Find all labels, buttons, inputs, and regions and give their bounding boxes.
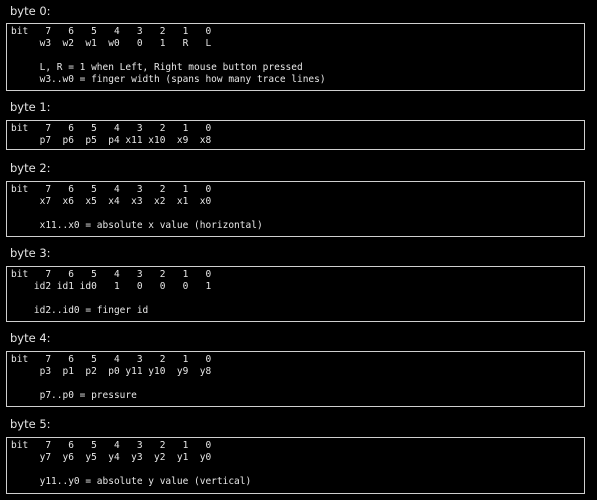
note-line: p7..p0 = pressure — [11, 390, 137, 401]
byte-1-heading: byte 1: — [10, 100, 51, 114]
byte-2-heading: byte 2: — [10, 161, 51, 175]
note-line: id2..id0 = finger id — [11, 305, 149, 316]
bit-numbers-row: bit 7 6 5 4 3 2 1 0 — [11, 184, 212, 195]
byte-3-table: bit 7 6 5 4 3 2 1 0 id2 id1 id0 1 0 0 0 … — [6, 266, 585, 322]
byte-3-content: bit 7 6 5 4 3 2 1 0 id2 id1 id0 1 0 0 0 … — [11, 269, 211, 317]
bit-names-row: p3 p1 p2 p0 y11 y10 y9 y8 — [11, 366, 212, 377]
byte-1-content: bit 7 6 5 4 3 2 1 0 p7 p6 p5 p4 x11 x10 … — [11, 123, 211, 147]
note-line: w3..w0 = finger width (spans how many tr… — [11, 74, 326, 85]
byte-3-heading: byte 3: — [10, 246, 51, 260]
byte-4-table: bit 7 6 5 4 3 2 1 0 p3 p1 p2 p0 y11 y10 … — [6, 351, 585, 407]
bit-numbers-row: bit 7 6 5 4 3 2 1 0 — [11, 354, 212, 365]
bit-names-row: x7 x6 x5 x4 x3 x2 x1 x0 — [11, 196, 212, 207]
note-line: y11..y0 = absolute y value (vertical) — [11, 476, 252, 487]
byte-0-heading: byte 0: — [10, 4, 51, 18]
bit-numbers-row: bit 7 6 5 4 3 2 1 0 — [11, 440, 212, 451]
bit-names-row: p7 p6 p5 p4 x11 x10 x9 x8 — [11, 135, 212, 146]
bit-names-row: y7 y6 y5 y4 y3 y2 y1 y0 — [11, 452, 212, 463]
byte-5-content: bit 7 6 5 4 3 2 1 0 y7 y6 y5 y4 y3 y2 y1… — [11, 440, 251, 488]
byte-5-table: bit 7 6 5 4 3 2 1 0 y7 y6 y5 y4 y3 y2 y1… — [6, 437, 585, 494]
byte-5-heading: byte 5: — [10, 417, 51, 431]
bit-names-row: id2 id1 id0 1 0 0 0 1 — [11, 281, 212, 292]
note-line: L, R = 1 when Left, Right mouse button p… — [11, 62, 303, 73]
note-line: x11..x0 = absolute x value (horizontal) — [11, 220, 263, 231]
bit-names-row: w3 w2 w1 w0 0 1 R L — [11, 38, 212, 49]
bit-numbers-row: bit 7 6 5 4 3 2 1 0 — [11, 269, 212, 280]
byte-2-content: bit 7 6 5 4 3 2 1 0 x7 x6 x5 x4 x3 x2 x1… — [11, 184, 263, 232]
byte-4-content: bit 7 6 5 4 3 2 1 0 p3 p1 p2 p0 y11 y10 … — [11, 354, 211, 402]
byte-0-content: bit 7 6 5 4 3 2 1 0 w3 w2 w1 w0 0 1 R L … — [11, 26, 326, 86]
byte-layout-document: byte 0: bit 7 6 5 4 3 2 1 0 w3 w2 w1 w0 … — [0, 0, 597, 500]
bit-numbers-row: bit 7 6 5 4 3 2 1 0 — [11, 26, 212, 37]
byte-4-heading: byte 4: — [10, 331, 51, 345]
byte-1-table: bit 7 6 5 4 3 2 1 0 p7 p6 p5 p4 x11 x10 … — [6, 120, 585, 150]
byte-2-table: bit 7 6 5 4 3 2 1 0 x7 x6 x5 x4 x3 x2 x1… — [6, 181, 585, 237]
byte-0-table: bit 7 6 5 4 3 2 1 0 w3 w2 w1 w0 0 1 R L … — [6, 23, 585, 91]
bit-numbers-row: bit 7 6 5 4 3 2 1 0 — [11, 123, 212, 134]
